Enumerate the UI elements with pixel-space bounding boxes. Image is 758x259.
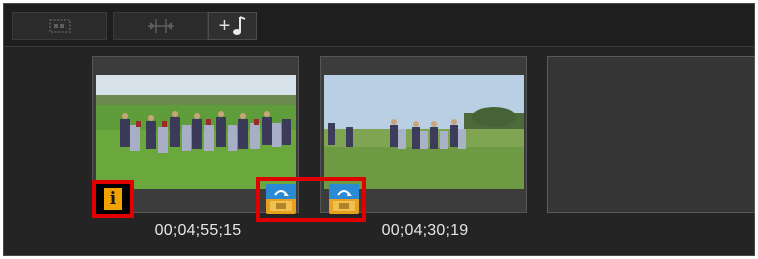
trim-button[interactable] — [113, 12, 208, 40]
clip-1-duration: 00;04;55;15 — [154, 222, 242, 239]
transition-icon — [329, 184, 359, 214]
storyboard-icon — [48, 19, 71, 33]
transition-button-1[interactable] — [266, 184, 296, 214]
clip-info-badge[interactable]: i — [92, 180, 134, 218]
add-music-plus: + — [218, 15, 231, 37]
transition-icon — [266, 184, 296, 214]
empty-clip-slot[interactable] — [547, 56, 755, 213]
clip-thumbnail — [96, 75, 296, 189]
video-thumbnail-image — [324, 75, 524, 189]
trim-icon — [147, 19, 174, 33]
add-music-icon — [233, 16, 246, 35]
storyboard-toolbar: + — [4, 4, 754, 47]
info-icon: i — [104, 188, 122, 210]
transition-button-2[interactable] — [329, 184, 359, 214]
clip-2-duration: 00;04;30;19 — [381, 222, 469, 239]
video-thumbnail-image — [96, 75, 296, 189]
add-music-button[interactable]: + — [208, 12, 257, 40]
info-glyph: i — [109, 189, 117, 209]
clip-thumbnail — [324, 75, 524, 189]
storyboard-view-button[interactable] — [12, 12, 107, 40]
